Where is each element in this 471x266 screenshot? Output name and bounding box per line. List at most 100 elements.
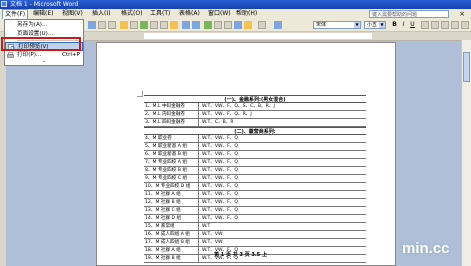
font-name-value: 宋体	[316, 22, 327, 28]
align-center-icon[interactable]	[431, 21, 439, 29]
row-value: W.T、VW、F、Q	[202, 160, 239, 165]
italic-button[interactable]: I	[399, 21, 408, 29]
ruler-text-area	[144, 33, 372, 39]
vertical-ruler[interactable]	[0, 40, 6, 266]
chevron-down-icon[interactable]: ▼	[379, 22, 385, 28]
row-value: W.T、VW、F、Q	[202, 152, 239, 157]
vertical-scrollbar[interactable]	[461, 40, 471, 266]
page-footer-note: 第 1 页 共 3 页 3.5 上	[214, 252, 268, 258]
table-row: 2、M.L 内码金融卷 W.T、VW、F、Q、R、J	[144, 111, 366, 119]
bold-button[interactable]: B	[390, 21, 399, 29]
document-content[interactable]: (一)、金融系列:(男女混合) 1、M.L 中码金融卷 W.T、VW、F、Q、S、…	[144, 95, 366, 266]
menu-item-save-as[interactable]: 另存为(A)...	[5, 21, 83, 30]
font-size-select[interactable]: 小五 ▼	[364, 21, 386, 29]
table-row: 17、M 成人四组 B 组 W.T、VW	[144, 239, 366, 247]
row-label: 2、M.L 内码金融卷	[144, 111, 199, 119]
open-icon[interactable]	[88, 21, 96, 29]
menu-help[interactable]: 帮助(H)	[234, 9, 259, 19]
row-value: W.T、VW、F、Q	[202, 176, 239, 181]
section-heading-finance: (一)、金融系列:(男女混合)	[144, 95, 366, 103]
row-label: 16、M 成人四组 A 组	[144, 231, 199, 239]
table-row: 3、M.L 四码金融卷 W.T、C、B、R	[144, 119, 366, 127]
row-value: W.T、VW、F、Q	[202, 216, 239, 221]
drawing-icon[interactable]	[244, 21, 252, 29]
table-row: 7、M 专业四校 A 组 W.T、VW、F、Q	[144, 159, 366, 167]
table-row: 12、M 社群 B 组 W.T、VW、F、Q	[144, 199, 366, 207]
print-icon[interactable]	[120, 21, 128, 29]
insert-table-icon[interactable]	[224, 21, 232, 29]
table-row: 5、M 职业新基 A 组 W.T、VW、F、Q	[144, 143, 366, 151]
row-value: W.T、VW、F、Q	[202, 144, 239, 149]
table-row: 10、M 专业四校 D 组 W.T、VW、F、Q	[144, 183, 366, 191]
row-label: 8、M 专业四校 B 组	[144, 167, 199, 175]
title-bar: 文档 1 - Microsoft Word	[0, 0, 471, 9]
spelling-icon[interactable]	[140, 21, 148, 29]
menu-table[interactable]: 表格(A)	[177, 9, 202, 19]
copy-icon[interactable]	[160, 21, 168, 29]
expand-menu-chevron-icon[interactable]: ⌄	[5, 58, 83, 65]
row-value: W.T、VW	[202, 232, 223, 237]
row-label: 11、M 社群 A 组	[144, 191, 199, 199]
undo-icon[interactable]	[182, 21, 190, 29]
row-label: 3、M.L 四码金融卷	[144, 119, 199, 127]
permission-icon[interactable]	[108, 21, 116, 29]
save-icon[interactable]	[98, 21, 106, 29]
help-icon[interactable]	[274, 21, 282, 29]
annotation-highlight-box	[1, 37, 81, 51]
columns-icon[interactable]	[234, 21, 242, 29]
scrollbar-thumb[interactable]	[463, 52, 470, 82]
table-row: 9、M 专业四校 C 组 W.T、VW、F、Q	[144, 175, 366, 183]
table-row: 14、M 社群 D 组 W.T、VW、F、Q	[144, 215, 366, 223]
print-preview-icon[interactable]	[130, 21, 138, 29]
row-label: 10、M 专业四校 D 组	[144, 183, 199, 191]
table-row: 15、M 家常组 W.T	[144, 223, 366, 231]
chevron-down-icon[interactable]: ▼	[354, 22, 360, 28]
help-search-input[interactable]: 键入需要帮助的问题	[369, 10, 449, 18]
menu-window[interactable]: 窗口(W)	[206, 9, 233, 19]
justify-icon[interactable]	[451, 21, 459, 29]
margin-corner-mark	[137, 91, 143, 97]
row-value: W.T、VW、F、Q	[202, 192, 239, 197]
close-document-icon[interactable]: ×	[459, 9, 465, 19]
menu-file[interactable]: 文件(F)	[2, 9, 29, 19]
tables-icon[interactable]	[214, 21, 222, 29]
window-title: 文档 1 - Microsoft Word	[10, 1, 79, 8]
table-row: 11、M 社群 A 组 W.T、VW、F、Q	[144, 191, 366, 199]
row-label: 7、M 专业四校 A 组	[144, 159, 199, 167]
row-label: 18、M 社群 A 组	[144, 247, 199, 255]
menu-insert[interactable]: 插入(I)	[90, 9, 112, 19]
font-name-select[interactable]: 宋体 ▼	[313, 21, 361, 29]
section-heading-business: (二)、徽营商系列:	[144, 127, 366, 135]
row-value: W.T、VW、F、Q	[202, 136, 239, 141]
menu-view[interactable]: 视图(V)	[60, 9, 85, 19]
row-value: W.T	[202, 224, 211, 229]
align-right-icon[interactable]	[441, 21, 449, 29]
row-label: 6、M 职业新基 B 组	[144, 151, 199, 159]
underline-button[interactable]: U	[408, 21, 417, 29]
row-value: W.T、VW、F、Q、S、C、B、R、J	[202, 104, 275, 109]
zoom-icon[interactable]	[258, 21, 266, 29]
table-business: 4、M 职业卷 W.T、VW、F、Q 5、M 职业新基 A 组 W.T、VW、F、Q…	[144, 135, 366, 263]
row-label: 13、M 社群 C 组	[144, 207, 199, 215]
line-spacing-icon[interactable]	[461, 21, 469, 29]
font-size-value: 小五	[367, 22, 378, 28]
table-row: 4、M 职业卷 W.T、VW、F、Q	[144, 135, 366, 143]
menu-item-label: 另存为(A)...	[17, 22, 48, 28]
row-label: 14、M 社群 D 组	[144, 215, 199, 223]
table-row: 16、M 成人四组 A 组 W.T、VW	[144, 231, 366, 239]
align-left-icon[interactable]	[421, 21, 429, 29]
row-label: 4、M 职业卷	[144, 135, 199, 143]
menu-format[interactable]: 格式(O)	[119, 9, 144, 19]
cut-icon[interactable]	[150, 21, 158, 29]
menu-edit[interactable]: 编辑(E)	[31, 9, 55, 19]
paste-icon[interactable]	[170, 21, 178, 29]
menu-tools[interactable]: 工具(T)	[148, 9, 172, 19]
table-row: 1、M.L 中码金融卷 W.T、VW、F、Q、S、C、B、R、J	[144, 103, 366, 111]
watermark-text: min.cc	[402, 240, 450, 257]
table-row: 13、M 社群 C 组 W.T、VW、F、Q	[144, 207, 366, 215]
row-label: 5、M 职业新基 A 组	[144, 143, 199, 151]
hyperlink-icon[interactable]	[204, 21, 212, 29]
row-value: W.T、VW、F、Q	[202, 184, 239, 189]
row-value: W.T、VW、F、Q	[202, 200, 239, 205]
redo-icon[interactable]	[192, 21, 200, 29]
